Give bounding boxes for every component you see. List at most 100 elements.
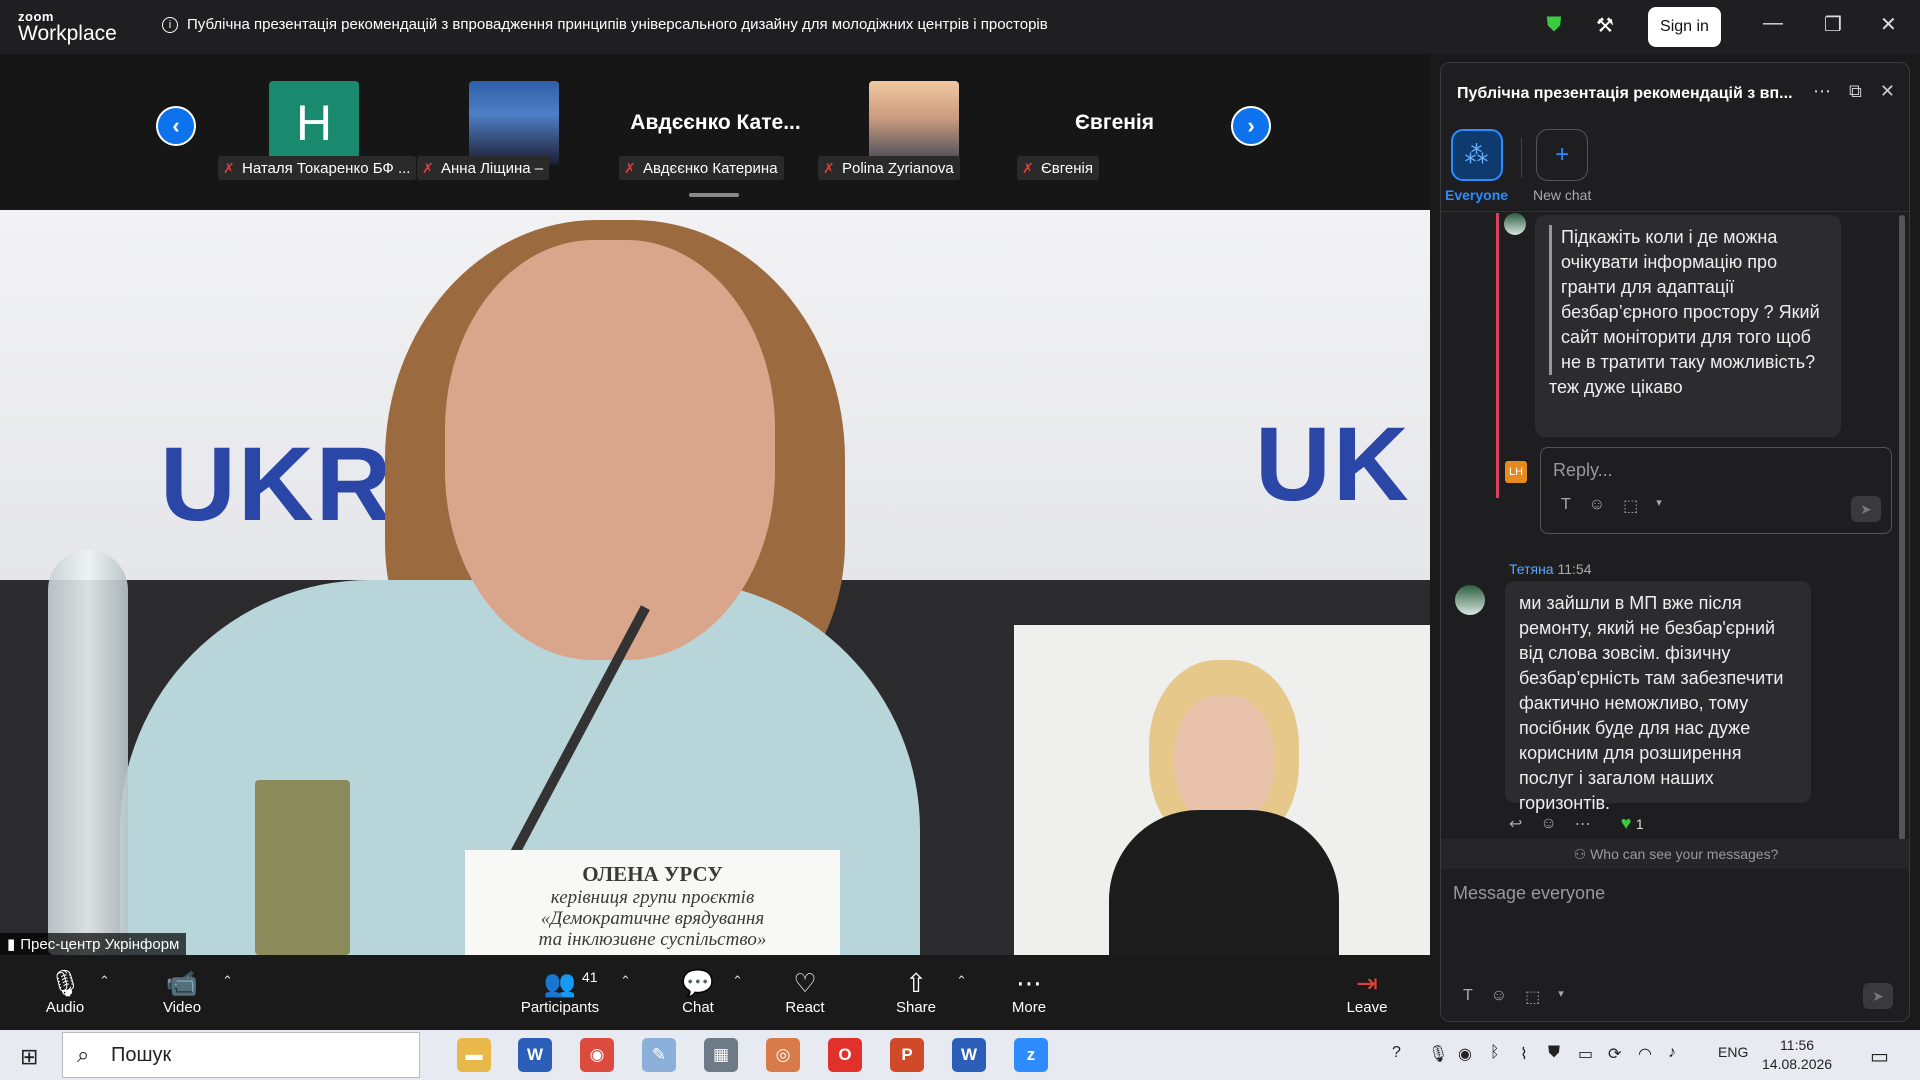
new-chat-button[interactable]: + New chat — [1533, 129, 1591, 203]
chat-panel: Публічна презентація рекомендацій з вп..… — [1440, 62, 1910, 1022]
reply-placeholder: Reply... — [1553, 460, 1613, 480]
battery-icon[interactable]: ▭ — [1578, 1044, 1593, 1064]
participant-video — [869, 81, 959, 165]
notifications-icon[interactable]: ▭ — [1870, 1044, 1889, 1069]
react-label: React — [785, 999, 825, 1016]
source-name: Прес-центр Укрінформ — [20, 935, 180, 953]
participant-name-tag: ✗ Polina Zyrianova — [818, 156, 960, 180]
language-indicator[interactable]: ENG — [1718, 1044, 1748, 1060]
zoom-app-icon[interactable]: z — [1014, 1038, 1048, 1072]
chrome-icon[interactable]: ◉ — [580, 1038, 614, 1072]
chevron-down-icon[interactable]: ▾ — [1656, 496, 1662, 516]
sign-in-button[interactable]: Sign in — [1648, 7, 1721, 47]
app-icon[interactable]: ◎ — [766, 1038, 800, 1072]
calculator-icon[interactable]: ▦ — [704, 1038, 738, 1072]
who-can-see-link[interactable]: ⚇ Who can see your messages? — [1441, 839, 1909, 869]
info-icon[interactable]: i — [162, 16, 178, 33]
video-off-icon: 📹 — [165, 967, 199, 998]
reply-input[interactable]: Reply... T ☺ ⬚ ▾ ➤ — [1540, 447, 1892, 534]
paint-icon[interactable]: ✎ — [642, 1038, 676, 1072]
strip-resize-handle[interactable] — [689, 193, 739, 197]
participant-tile[interactable] — [469, 81, 559, 165]
next-page-icon[interactable]: › — [1231, 106, 1271, 146]
leave-button[interactable]: ⇥ Leave — [1327, 967, 1407, 1017]
share-button[interactable]: ⇧ Share — [876, 967, 956, 1017]
share-options-caret[interactable]: ⌃ — [956, 973, 967, 989]
participants-options-caret[interactable]: ⌃ — [620, 973, 631, 989]
participant-tile[interactable]: Євгенія — [1017, 81, 1212, 165]
wifi-icon[interactable]: ◠ — [1638, 1044, 1652, 1064]
avatar: LH — [1505, 461, 1527, 483]
close-icon[interactable]: ✕ — [1880, 12, 1897, 37]
more-icon[interactable]: ⋯ — [1575, 814, 1591, 834]
new-chat-label: New chat — [1533, 187, 1592, 203]
chat-button[interactable]: 💬 Chat — [658, 967, 738, 1017]
message-sender: Тетяна 11:54 — [1509, 561, 1592, 577]
text-format-icon[interactable]: T — [1463, 987, 1473, 1007]
heart-reaction[interactable]: ♥ 1 — [1621, 813, 1644, 834]
emoji-icon[interactable]: ☺ — [1589, 496, 1605, 516]
participant-tile[interactable] — [869, 81, 959, 165]
video-options-caret[interactable]: ⌃ — [222, 973, 233, 989]
audio-options-caret[interactable]: ⌃ — [99, 973, 110, 989]
message-bubble[interactable]: ми зайшли в МП вже після ремонту, який н… — [1505, 581, 1811, 813]
meeting-info[interactable]: i Публічна презентація рекомендацій з вп… — [162, 16, 1048, 33]
taskbar-clock[interactable]: 11:56 14.08.2026 — [1762, 1036, 1832, 1074]
chevron-down-icon[interactable]: ▾ — [1558, 987, 1564, 1007]
thread-indicator — [1496, 213, 1499, 498]
more-button[interactable]: ⋯ More — [989, 967, 1069, 1017]
backdrop-logo: UKR — [160, 426, 394, 543]
video-button[interactable]: 📹 Video — [142, 967, 222, 1017]
taskbar-search[interactable]: ⌕ Пошук — [62, 1032, 420, 1078]
bluetooth-icon[interactable]: ᛒ — [1490, 1044, 1500, 1062]
zoom-logo: zoom Workplace — [18, 10, 117, 44]
send-icon[interactable]: ➤ — [1851, 496, 1881, 522]
message-text: ми зайшли в МП вже після ремонту, який н… — [1519, 593, 1784, 813]
everyone-label: Everyone — [1445, 187, 1509, 203]
word-icon[interactable]: W — [952, 1038, 986, 1072]
message-bubble[interactable]: Підкажіть коли і де можна очікувати інфо… — [1535, 215, 1841, 437]
participant-name-tag: ✗ Авдєєнко Катерина — [619, 156, 784, 180]
network-icon[interactable]: ⌇ — [1520, 1044, 1528, 1064]
send-icon[interactable]: ➤ — [1863, 983, 1893, 1009]
zoom-tray-icon[interactable]: ◉ — [1458, 1044, 1472, 1064]
emoji-icon[interactable]: ☺ — [1491, 987, 1507, 1007]
add-reaction-icon[interactable]: ☺ — [1540, 815, 1556, 833]
reply-icon[interactable]: ↩ — [1509, 814, 1522, 834]
everyone-chat-tab[interactable]: ⁂ Everyone — [1445, 129, 1508, 203]
screenshot-icon[interactable]: ⬚ — [1525, 987, 1540, 1007]
opera-icon[interactable]: O — [828, 1038, 862, 1072]
mic-muted-icon: 🎙 — [48, 967, 82, 998]
windows-start-icon[interactable]: ⊞ — [20, 1044, 38, 1070]
sync-icon[interactable]: ⟳ — [1608, 1044, 1621, 1064]
title-bar: zoom Workplace i Публічна презентація ре… — [0, 0, 1920, 54]
text-format-icon[interactable]: T — [1561, 496, 1571, 516]
word-icon[interactable]: W — [518, 1038, 552, 1072]
more-options-icon[interactable]: ⋯ — [1813, 81, 1831, 102]
message-input[interactable]: Message everyone — [1453, 883, 1605, 904]
restore-icon[interactable]: ❐ — [1824, 12, 1842, 37]
mic-icon[interactable]: 🎙 — [1428, 1044, 1448, 1064]
close-chat-icon[interactable]: ✕ — [1880, 81, 1895, 102]
screenshot-icon[interactable]: ⬚ — [1623, 496, 1638, 516]
powerpoint-icon[interactable]: P — [890, 1038, 924, 1072]
avatar — [1504, 213, 1526, 235]
chat-label: Chat — [682, 999, 714, 1016]
participant-tile[interactable]: Авдєєнко Кате... — [618, 81, 813, 165]
shield-icon[interactable]: ⛊ — [1541, 12, 1567, 38]
chat-options-caret[interactable]: ⌃ — [732, 973, 743, 989]
prev-page-icon[interactable]: ‹ — [156, 106, 196, 146]
scrollbar[interactable] — [1899, 215, 1905, 843]
security-icon[interactable]: ⛊ — [1548, 1044, 1560, 1062]
minimize-icon[interactable]: — — [1763, 12, 1783, 35]
volume-icon[interactable]: ♪ — [1668, 1044, 1676, 1062]
file-explorer-icon[interactable]: ▬ — [457, 1038, 491, 1072]
participant-tile[interactable]: H — [269, 81, 359, 165]
help-icon[interactable]: ? — [1392, 1044, 1401, 1062]
audio-button[interactable]: 🎙 Audio — [25, 967, 105, 1017]
pop-out-icon[interactable]: ⧉ — [1849, 81, 1862, 102]
search-placeholder: Пошук — [111, 1043, 172, 1066]
magic-wand-icon[interactable]: ⚒ — [1592, 12, 1618, 38]
sender-name[interactable]: Тетяна — [1509, 561, 1554, 577]
react-button[interactable]: ♡ React — [765, 967, 845, 1017]
